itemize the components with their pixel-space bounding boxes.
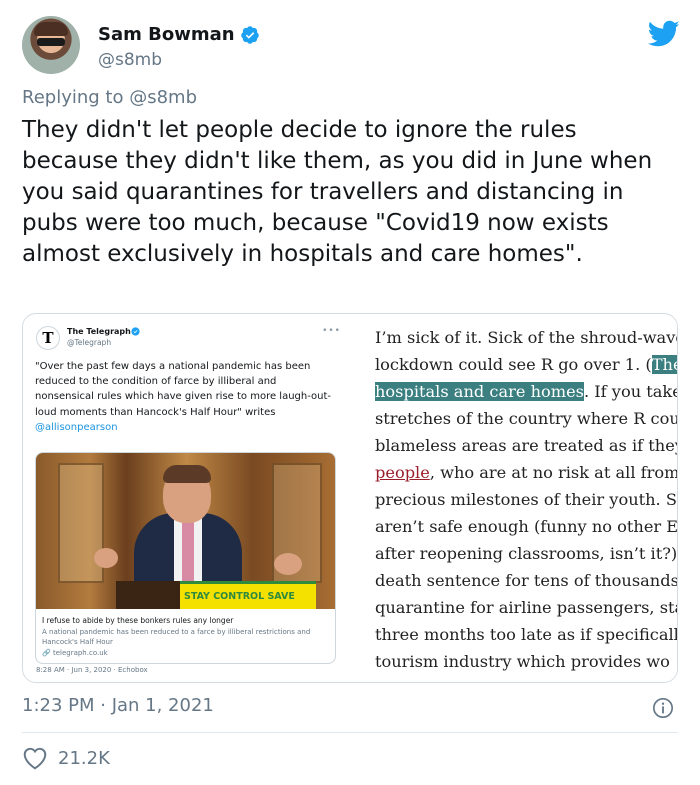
article-line: three months too late as if specificall [375,625,678,644]
article-line: tourism industry which provides wo [375,652,670,671]
embedded-mention: @allisonpearson [35,421,118,433]
link-icon: 🔗 [42,649,51,657]
article-line-pre: stretches of the country where R cou [375,409,678,428]
article-line-pre: precious milestones of their youth. Si [375,490,678,509]
telegraph-logo-icon: T [36,326,60,350]
article-line: aren’t safe enough (funny no other Eu [375,517,678,536]
embedded-handle: @Telegraph [67,338,112,347]
article-line-hl: hospitals and care homes [375,382,584,401]
article-line: blameless areas are treated as if they’ [375,436,678,455]
article-line: death sentence for tens of thousands [375,571,678,590]
article-line: hospitals and care homes. If you take [375,382,678,401]
article-line: I’m sick of it. Sick of the shroud-wave [375,328,678,347]
attached-image[interactable]: T The Telegraph @Telegraph ••• "Over the… [22,313,678,683]
embedded-display-name: The Telegraph [67,327,131,336]
replying-to-mention[interactable]: @s8mb [129,87,197,108]
card-domain-text: telegraph.co.uk [52,649,108,657]
link-card: STAY CONTROL SAVE I refuse to abide by t… [35,452,336,664]
display-name[interactable]: Sam Bowman [98,24,235,45]
info-icon[interactable] [652,697,674,719]
embedded-tweet-screenshot: T The Telegraph @Telegraph ••• "Over the… [35,322,347,677]
embedded-verified-icon [131,327,140,336]
like-count: 21.2K [58,747,110,769]
tweet-text: They didn't let people decide to ignore … [22,117,653,267]
card-photo: STAY CONTROL SAVE [36,453,335,609]
embedded-tweet-text: "Over the past few days a national pande… [35,359,335,435]
card-description: A national pandemic has been reduced to … [42,628,311,646]
article-line: precious milestones of their youth. Si [375,490,678,509]
embedded-tweet-header: T The Telegraph @Telegraph ••• [35,324,347,352]
replying-to-prefix: Replying to [22,87,130,108]
article-line-hl: The [651,355,677,374]
verified-badge-icon [240,25,259,44]
card-domain: 🔗 telegraph.co.uk [42,649,108,657]
article-line: people, who are at no risk at all from [375,463,678,482]
author-handle[interactable]: @s8mb [98,50,162,70]
article-line: lockdown could see R go over 1. (The [375,355,677,374]
article-line-pre: I’m sick of it. Sick of the shroud-wave [375,328,678,347]
tweet-timestamp[interactable]: 1:23 PM · Jan 1, 2021 [22,695,214,716]
heart-icon[interactable] [22,746,48,770]
article-line-post: . If you take [583,382,678,401]
newspaper-excerpt: I’m sick of it. Sick of the shroud-wave l… [373,322,678,677]
embedded-text-body: "Over the past few days a national pande… [35,361,332,418]
author-name-row[interactable]: Sam Bowman [98,24,260,45]
more-options-icon: ••• [322,326,341,336]
like-section[interactable]: 21.2K [22,746,110,770]
article-line-pre: aren’t safe enough (funny no other Eu [375,517,678,536]
article-line-pre: tourism industry which provides wo [375,652,670,671]
tweet-header: Sam Bowman @s8mb [22,16,682,76]
article-line: stretches of the country where R cou [375,409,678,428]
article-line: quarantine for airline passengers, sta [375,598,678,617]
article-line-pre: quarantine for airline passengers, sta [375,598,678,617]
article-line: after reopening classrooms, isn’t it?). [375,544,678,563]
article-line-pre: lockdown could see R go over 1. ( [375,355,652,374]
article-line-pre: after reopening classrooms, isn’t it?). [375,544,678,563]
replying-to: Replying to @s8mb [22,87,197,108]
embedded-timestamp: 8:28 AM · Jun 3, 2020 · Echobox [36,666,148,674]
article-line-red: people [375,463,430,482]
avatar[interactable] [22,16,80,74]
card-title: I refuse to abide by these bonkers rules… [42,616,234,625]
divider [22,732,678,733]
article-line-pre: three months too late as if specificall [375,625,678,644]
article-line-pre: blameless areas are treated as if they’ [375,436,678,455]
podium-slogan: STAY CONTROL SAVE [184,591,295,602]
article-line-pre: death sentence for tens of thousands [375,571,678,590]
twitter-bird-icon[interactable] [648,20,680,48]
article-line-post: , who are at no risk at all from [429,463,678,482]
